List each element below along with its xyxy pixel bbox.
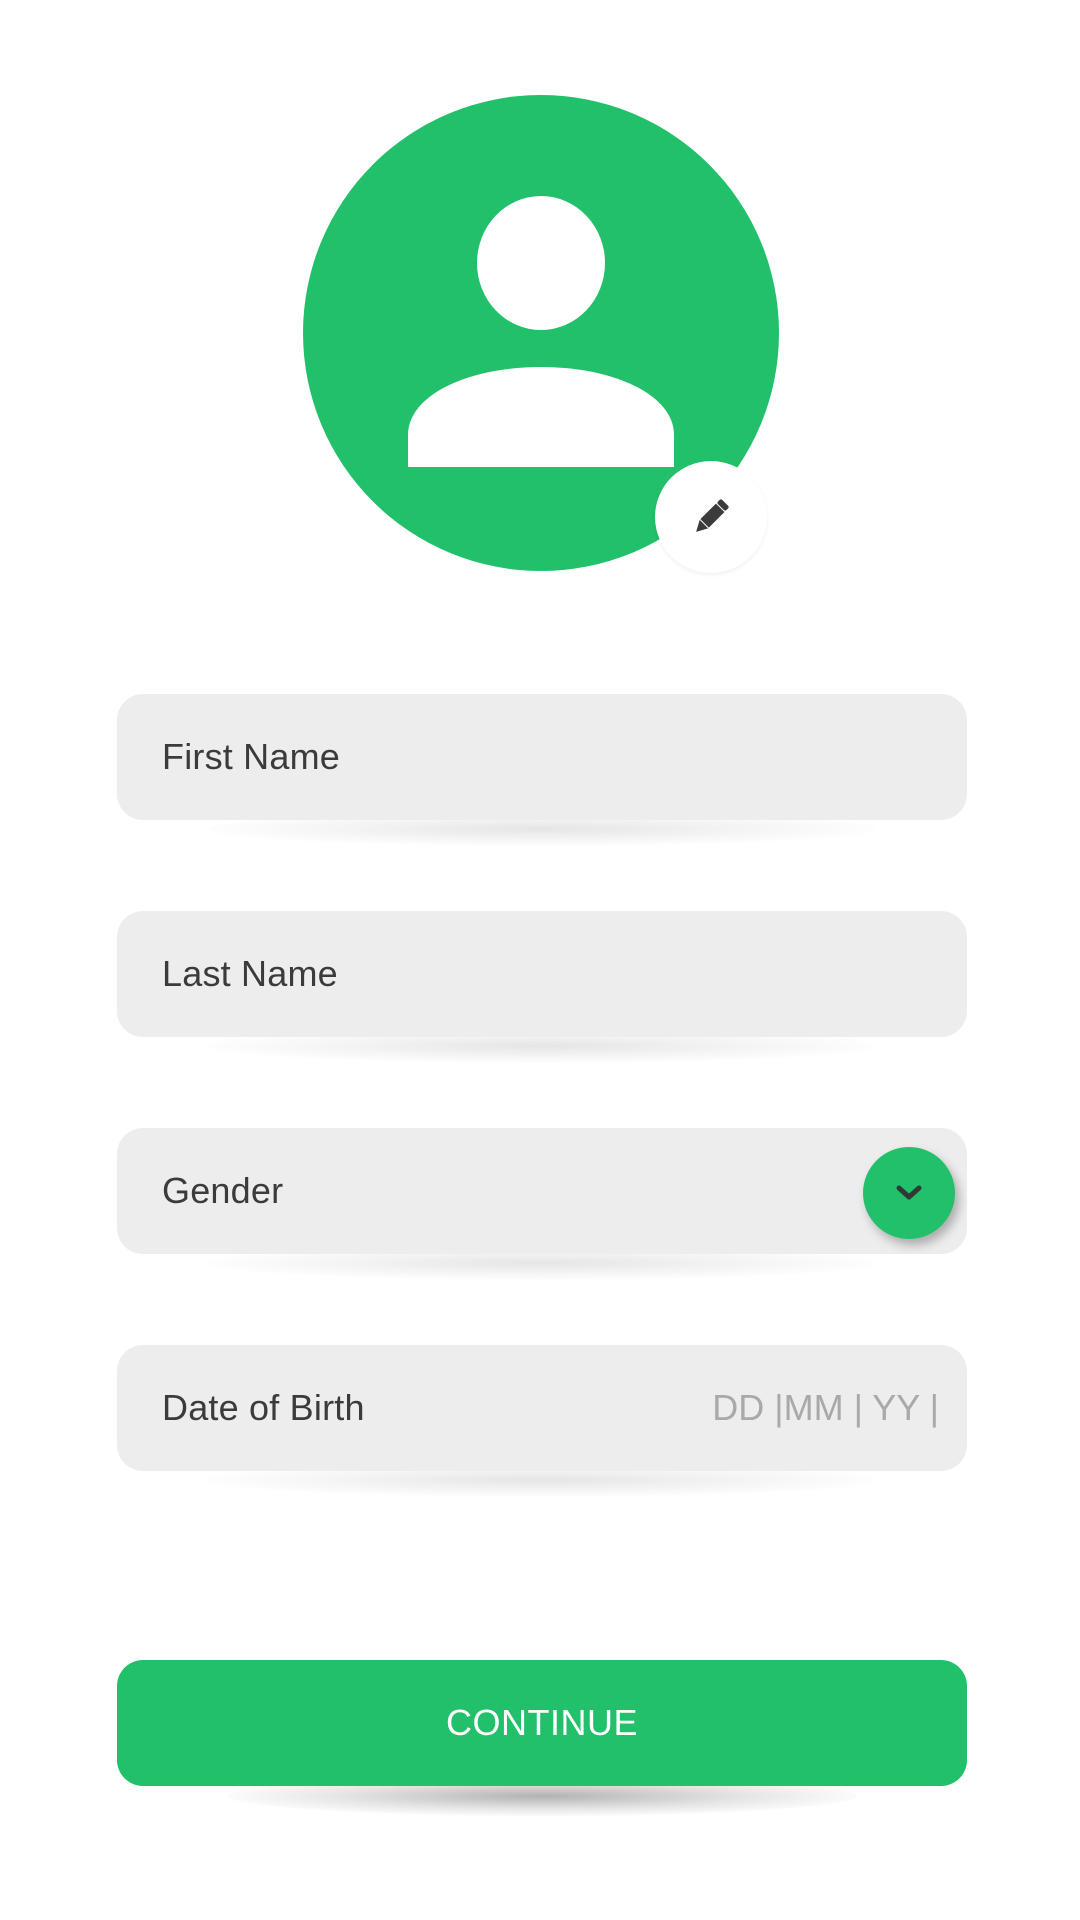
gender-placeholder: Gender	[162, 1170, 284, 1211]
dob-container: Date of Birth DD |MM | YY |	[117, 1345, 967, 1497]
chevron-down-icon	[896, 1185, 922, 1200]
gender-container: Gender	[117, 1128, 967, 1280]
edit-avatar-button[interactable]	[655, 461, 767, 573]
last-name-field[interactable]: Last Name	[117, 911, 967, 1037]
pencil-icon	[696, 499, 729, 532]
first-name-field[interactable]: First Name	[117, 694, 967, 820]
dob-label: Date of Birth	[162, 1387, 365, 1428]
dob-field[interactable]: Date of Birth DD |MM | YY |	[117, 1345, 967, 1471]
gender-select[interactable]: Gender	[117, 1128, 967, 1254]
profile-setup-screen: First Name Last Name Gender Date of Birt…	[0, 0, 1080, 1920]
dob-format-hint: DD |MM | YY |	[712, 1387, 939, 1428]
continue-container: CONTINUE	[117, 1660, 967, 1816]
first-name-placeholder: First Name	[162, 736, 341, 777]
last-name-placeholder: Last Name	[162, 953, 338, 994]
gender-dropdown-button[interactable]	[863, 1147, 955, 1239]
continue-button[interactable]: CONTINUE	[117, 1660, 967, 1786]
last-name-container: Last Name	[117, 911, 967, 1063]
first-name-container: First Name	[117, 694, 967, 846]
